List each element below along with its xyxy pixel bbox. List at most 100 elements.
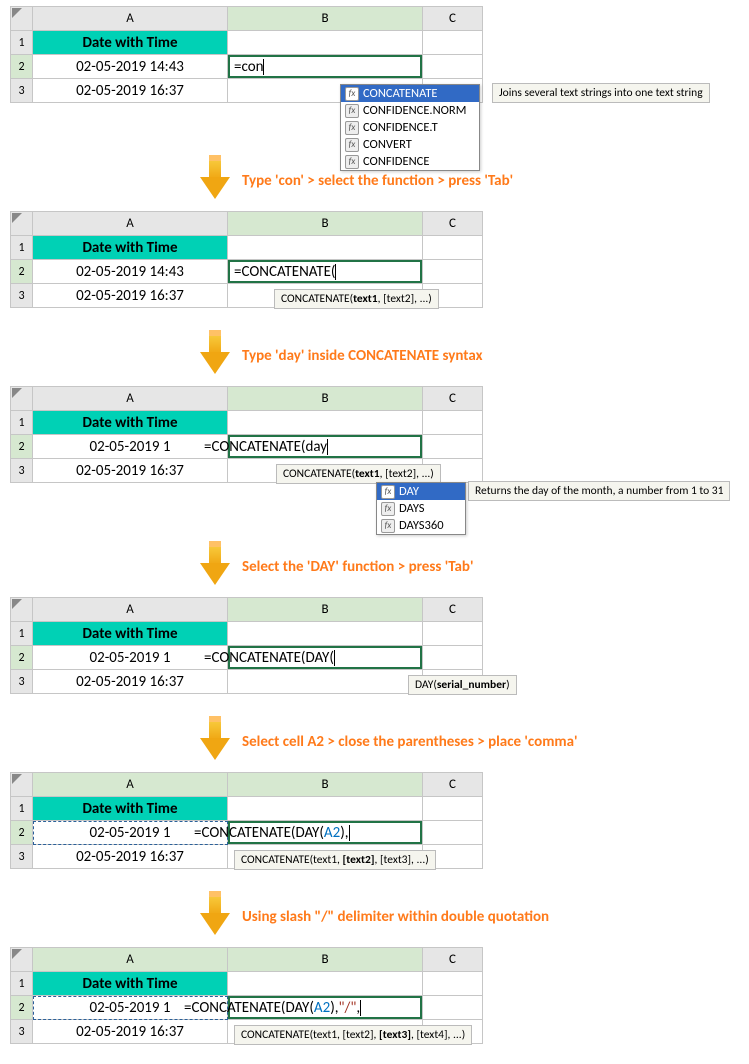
cell-c2[interactable] (423, 996, 483, 1020)
cell-b1[interactable] (228, 31, 423, 55)
ac-label: DAY (399, 484, 419, 499)
hint-active-arg: text1 (355, 467, 380, 481)
instruction-caption: Select the 'DAY' function > press 'Tab' (242, 558, 473, 576)
cell-a3[interactable]: 02-05-2019 16:37 (33, 79, 228, 103)
select-all-corner[interactable] (11, 598, 33, 622)
cell-b1[interactable] (228, 622, 423, 646)
cell-b2-editing[interactable]: =CONCATENATE(DAY(A2), (228, 821, 423, 845)
cell-b2-editing[interactable]: =CONCATENATE( (228, 260, 423, 284)
col-header-a[interactable]: A (33, 773, 228, 797)
cell-a1[interactable]: Date with Time (33, 797, 228, 821)
col-header-c[interactable]: C (423, 7, 483, 31)
ac-item-confidence-norm[interactable]: fxCONFIDENCE.NORM (341, 102, 479, 119)
ac-item-day[interactable]: fxDAY (377, 483, 465, 500)
cell-b2-editing[interactable]: =CONCATENATE(DAY( (228, 646, 423, 670)
row-header-3[interactable]: 3 (11, 845, 33, 869)
cell-a1[interactable]: Date with Time (33, 411, 228, 435)
row-header-2[interactable]: 2 (11, 821, 33, 845)
cell-a1[interactable]: Date with Time (33, 972, 228, 996)
row-header-2[interactable]: 2 (11, 646, 33, 670)
row-header-1[interactable]: 1 (11, 972, 33, 996)
col-header-b[interactable]: B (228, 773, 423, 797)
formula-text: ), (330, 999, 338, 1017)
cell-a1[interactable]: Date with Time (33, 236, 228, 260)
cell-c1[interactable] (423, 797, 483, 821)
cell-c2[interactable] (423, 55, 483, 79)
cell-b2-editing[interactable]: =CONCATENATE(day (228, 435, 423, 459)
ac-item-confidence[interactable]: fxCONFIDENCE (341, 153, 479, 170)
row-header-3[interactable]: 3 (11, 1020, 33, 1044)
autocomplete-dropdown[interactable]: fxCONCATENATE fxCONFIDENCE.NORM fxCONFID… (340, 84, 480, 171)
hint-text: DAY( (415, 678, 437, 692)
col-header-c[interactable]: C (423, 212, 483, 236)
col-header-b[interactable]: B (228, 7, 423, 31)
autocomplete-dropdown[interactable]: fxDAY fxDAYS fxDAYS360 (376, 482, 466, 535)
col-header-a[interactable]: A (33, 948, 228, 972)
cell-b1[interactable] (228, 972, 423, 996)
cell-c2[interactable] (423, 821, 483, 845)
col-header-c[interactable]: C (423, 387, 483, 411)
col-header-a[interactable]: A (33, 598, 228, 622)
cell-a1[interactable]: Date with Time (33, 622, 228, 646)
row-header-1[interactable]: 1 (11, 31, 33, 55)
row-header-1[interactable]: 1 (11, 411, 33, 435)
col-header-b[interactable]: B (228, 387, 423, 411)
col-header-a[interactable]: A (33, 212, 228, 236)
col-header-a[interactable]: A (33, 387, 228, 411)
cell-a2[interactable]: 02-05-2019 14:43 (33, 260, 228, 284)
col-header-c[interactable]: C (423, 773, 483, 797)
cell-b2-editing[interactable]: =CONCATENATE(DAY(A2),"/", (228, 996, 423, 1020)
cell-c1[interactable] (423, 622, 483, 646)
ac-item-days[interactable]: fxDAYS (377, 500, 465, 517)
cell-c1[interactable] (423, 972, 483, 996)
col-header-c[interactable]: C (423, 598, 483, 622)
cell-a1[interactable]: Date with Time (33, 31, 228, 55)
col-header-b[interactable]: B (228, 212, 423, 236)
cell-b3[interactable] (228, 670, 423, 694)
select-all-corner[interactable] (11, 387, 33, 411)
col-header-a[interactable]: A (33, 7, 228, 31)
cell-c1[interactable] (423, 236, 483, 260)
row-header-1[interactable]: 1 (11, 622, 33, 646)
cell-a3[interactable]: 02-05-2019 16:37 (33, 1020, 228, 1044)
function-icon: fx (345, 104, 359, 118)
col-header-c[interactable]: C (423, 948, 483, 972)
row-header-3[interactable]: 3 (11, 284, 33, 308)
cell-c1[interactable] (423, 411, 483, 435)
cell-b1[interactable] (228, 797, 423, 821)
row-header-3[interactable]: 3 (11, 670, 33, 694)
row-header-2[interactable]: 2 (11, 996, 33, 1020)
cell-a3[interactable]: 02-05-2019 16:37 (33, 284, 228, 308)
row-header-3[interactable]: 3 (11, 79, 33, 103)
cell-a3[interactable]: 02-05-2019 16:37 (33, 459, 228, 483)
select-all-corner[interactable] (11, 773, 33, 797)
cell-a3[interactable]: 02-05-2019 16:37 (33, 670, 228, 694)
cell-a2[interactable]: 02-05-2019 14:43 (33, 55, 228, 79)
cell-b1[interactable] (228, 411, 423, 435)
cell-c2[interactable] (423, 435, 483, 459)
col-header-b[interactable]: B (228, 598, 423, 622)
ac-item-days360[interactable]: fxDAYS360 (377, 517, 465, 534)
col-header-b[interactable]: B (228, 948, 423, 972)
row-header-2[interactable]: 2 (11, 55, 33, 79)
cell-a2[interactable]: 02-05-2019 1 (33, 646, 228, 670)
cell-a2[interactable]: 02-05-2019 1 (33, 435, 228, 459)
syntax-hint-tooltip: CONCATENATE(text1, [text2], [text3], [te… (234, 1025, 472, 1045)
select-all-corner[interactable] (11, 7, 33, 31)
cell-a3[interactable]: 02-05-2019 16:37 (33, 845, 228, 869)
cell-b1[interactable] (228, 236, 423, 260)
cell-c2[interactable] (423, 260, 483, 284)
ac-item-confidence-t[interactable]: fxCONFIDENCE.T (341, 119, 479, 136)
row-header-2[interactable]: 2 (11, 260, 33, 284)
row-header-2[interactable]: 2 (11, 435, 33, 459)
row-header-3[interactable]: 3 (11, 459, 33, 483)
select-all-corner[interactable] (11, 948, 33, 972)
cell-b2-editing[interactable]: =con (228, 55, 423, 79)
ac-item-convert[interactable]: fxCONVERT (341, 136, 479, 153)
row-header-1[interactable]: 1 (11, 236, 33, 260)
cell-c1[interactable] (423, 31, 483, 55)
cell-c2[interactable] (423, 646, 483, 670)
row-header-1[interactable]: 1 (11, 797, 33, 821)
ac-item-concatenate[interactable]: fxCONCATENATE (341, 85, 479, 102)
select-all-corner[interactable] (11, 212, 33, 236)
